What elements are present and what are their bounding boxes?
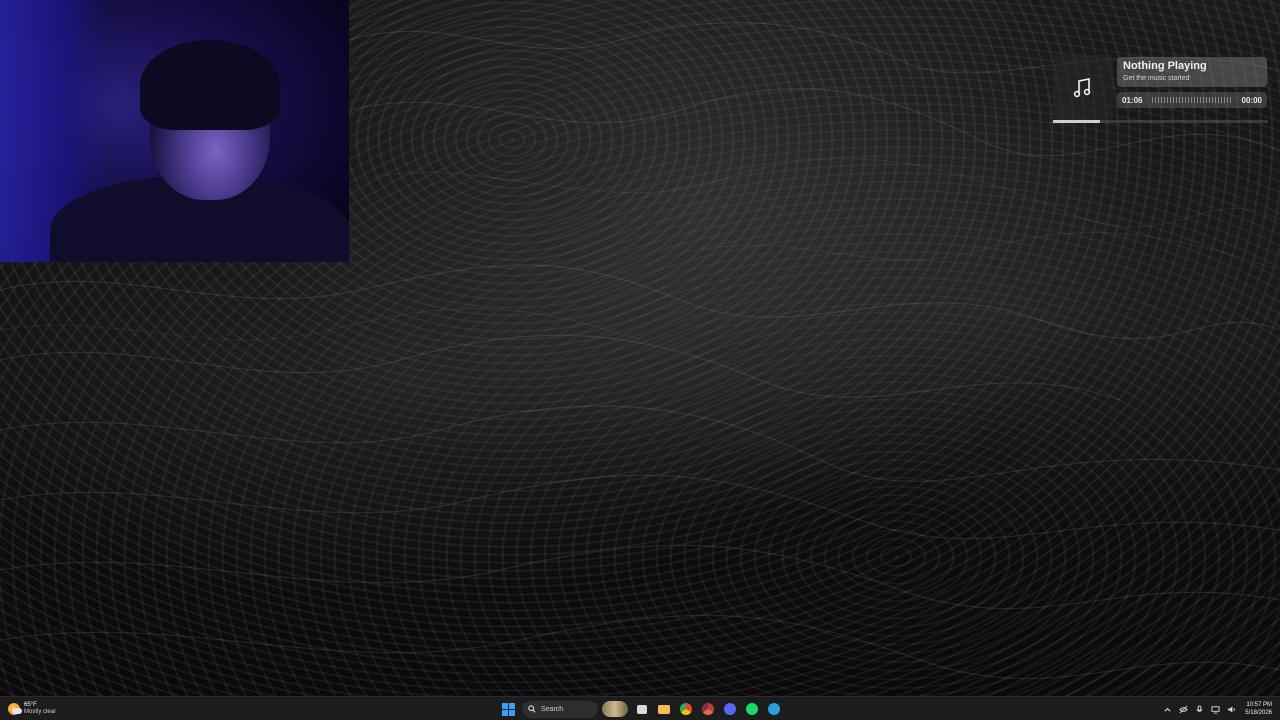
steam-icon	[768, 703, 780, 715]
album-art[interactable]	[1053, 55, 1113, 120]
partly-cloudy-night-icon	[8, 703, 22, 715]
chrome-alt-icon	[702, 703, 714, 715]
weather-widget[interactable]: 65°F Mostly clear	[8, 700, 56, 718]
weather-temperature: 65°F	[24, 702, 37, 708]
widgets-button[interactable]	[602, 701, 628, 717]
clock-time: 10:57 PM	[1246, 702, 1272, 708]
weather-condition: Mostly clear	[24, 709, 57, 715]
volume-button[interactable]	[1225, 703, 1237, 715]
speaker-icon	[1227, 705, 1235, 713]
taskbar-app-chrome[interactable]	[676, 699, 696, 719]
track-subtitle: Get the music started	[1123, 75, 1190, 82]
system-tray: 10:57 PM 5/18/2026	[1157, 699, 1272, 719]
spotify-icon	[746, 703, 758, 715]
taskbar-app-spotify[interactable]	[742, 699, 762, 719]
tray-app-button[interactable]	[1177, 703, 1189, 715]
taskbar-clock[interactable]: 10:57 PM 5/18/2026	[1245, 701, 1272, 717]
windows-logo-icon	[501, 702, 515, 716]
taskbar-app-discord[interactable]	[720, 699, 740, 719]
eye-off-icon	[1179, 705, 1188, 713]
progress-fill	[1053, 120, 1101, 123]
chrome-icon	[680, 703, 692, 715]
clock-date: 5/18/2026	[1245, 710, 1272, 716]
network-icon	[1211, 705, 1220, 714]
file-explorer-icon	[637, 704, 647, 714]
taskbar-app-steam[interactable]	[764, 699, 784, 719]
elapsed-time: 01:06	[1122, 95, 1143, 105]
taskbar-app-files[interactable]	[654, 699, 674, 719]
taskbar-search[interactable]: Search	[522, 700, 598, 718]
network-button[interactable]	[1209, 703, 1221, 715]
seek-waveform[interactable]	[1152, 97, 1232, 103]
progress-track[interactable]	[1053, 120, 1268, 123]
discord-icon	[724, 703, 736, 715]
taskbar-apps: Search	[498, 699, 786, 719]
track-duration: 00:00	[1241, 95, 1262, 105]
music-note-icon	[1073, 77, 1091, 97]
media-player-widget: Nothing Playing Get the music started 01…	[1053, 55, 1268, 125]
webcam-overlay	[0, 0, 349, 262]
chevron-up-icon	[1164, 707, 1171, 712]
search-label: Search	[541, 705, 564, 713]
task-view-button[interactable]	[632, 699, 652, 719]
taskbar: 65°F Mostly clear Search 10:57 PM 5/18/2…	[0, 696, 1280, 720]
files-folder-icon	[658, 704, 670, 714]
microphone-icon	[1196, 704, 1203, 712]
microphone-button[interactable]	[1193, 703, 1205, 715]
start-button[interactable]	[498, 699, 518, 719]
tray-overflow-button[interactable]	[1161, 703, 1173, 715]
search-icon	[528, 705, 536, 713]
track-title: Nothing Playing	[1123, 60, 1207, 72]
taskbar-app-chrome-alt[interactable]	[698, 699, 718, 719]
webcam-person-hair	[140, 40, 280, 130]
track-info: Nothing Playing Get the music started	[1117, 57, 1267, 87]
playback-bar: 01:06 00:00	[1117, 92, 1267, 108]
